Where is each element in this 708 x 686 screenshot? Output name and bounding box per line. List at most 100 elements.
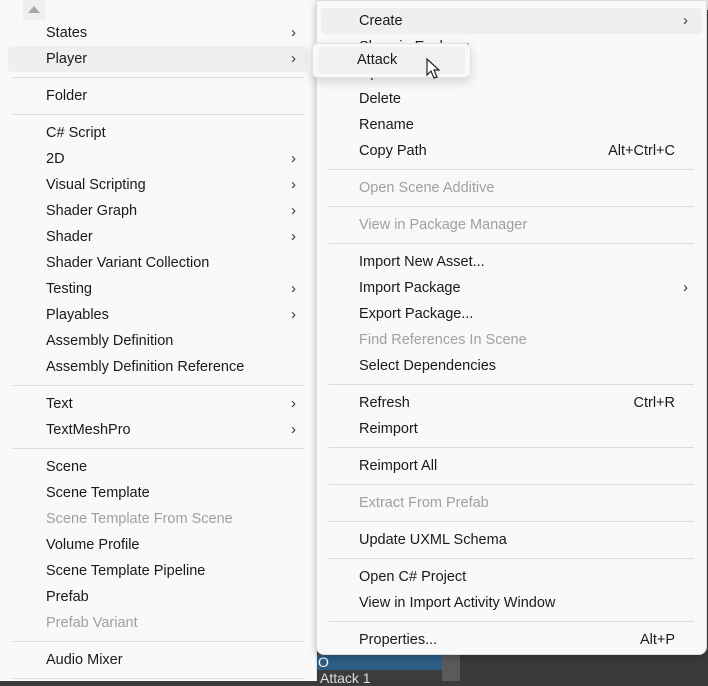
context-menu: Create›Show in ExplorerOpenDeleteRenameC… [316,0,707,655]
menu-item-scene-template[interactable]: Scene Template [8,480,308,506]
menu-item-label: Shader Variant Collection [46,255,210,271]
menu-separator [12,114,304,115]
menu-item-create[interactable]: Create › [321,8,702,34]
menu-item-label: Refresh [359,395,410,411]
menu-item-text[interactable]: Text › [8,391,308,417]
menu-item-label: Import New Asset... [359,254,485,270]
menu-item-update-uxml-schema[interactable]: Update UXML Schema [321,527,702,553]
shortcut-label: Ctrl+R [633,395,676,411]
menu-item-states[interactable]: States › [8,20,308,46]
menu-item-scene[interactable]: Scene [8,454,308,480]
menu-item-label: Find References In Scene [359,332,527,348]
menu-separator [329,521,694,522]
menu-item-label: Playables [46,307,109,323]
chevron-right-icon: › [291,421,296,438]
menu-item-copy-path[interactable]: Copy Path Alt+Ctrl+C [321,138,702,164]
menu-item-label: Player [46,51,88,67]
menu-item-testing[interactable]: Testing › [8,276,308,302]
menu-item-properties[interactable]: Properties... Alt+P [321,627,702,653]
menu-item-open-c-project[interactable]: Open C# Project [321,564,702,590]
menu-item-label: View in Import Activity Window [359,595,556,611]
menu-item-label: Create [359,13,403,29]
menu-separator [12,678,304,679]
menu-item-label: Properties... [359,632,438,648]
chevron-right-icon: › [291,176,296,193]
chevron-right-icon: › [683,279,688,296]
menu-item-import-package[interactable]: Import Package › [321,275,702,301]
menu-item-label: Volume Profile [46,537,140,553]
menu-item-label: Reimport All [359,458,438,474]
menu-item-extract-from-prefab: Extract From Prefab [321,490,702,516]
menu-item-shader-variant-collection[interactable]: Shader Variant Collection [8,250,308,276]
menu-item-visual-scripting[interactable]: Visual Scripting › [8,172,308,198]
menu-separator [12,641,304,642]
chevron-right-icon: › [291,228,296,245]
chevron-right-icon: › [683,12,688,29]
chevron-right-icon: › [291,50,296,67]
menu-item-refresh[interactable]: Refresh Ctrl+R [321,390,702,416]
menu-item-label: Update UXML Schema [359,532,507,548]
menu-separator [329,169,694,170]
menu-item-label: Export Package... [359,306,474,322]
menu-item-label: Open C# Project [359,569,467,585]
menu-item-volume-profile[interactable]: Volume Profile [8,532,308,558]
menu-item-find-references-in-scene: Find References In Scene [321,327,702,353]
menu-item-label: C# Script [46,125,106,141]
menu-item-c-script[interactable]: C# Script [8,120,308,146]
chevron-right-icon: › [291,395,296,412]
menu-item-audio-mixer[interactable]: Audio Mixer [8,647,308,673]
menu-item-import-new-asset[interactable]: Import New Asset... [321,249,702,275]
menu-item-rename[interactable]: Rename [321,112,702,138]
menu-item-label: Visual Scripting [46,177,146,193]
menu-item-select-dependencies[interactable]: Select Dependencies [321,353,702,379]
menu-item-playables[interactable]: Playables › [8,302,308,328]
menu-separator [12,448,304,449]
chevron-right-icon: › [291,306,296,323]
menu-item-label: TextMeshPro [46,422,131,438]
selected-asset-row[interactable]: O [316,655,444,670]
menu-item-label: Attack [357,52,398,68]
menu-item-folder[interactable]: Folder [8,83,308,109]
menu-item-label: Text [46,396,73,412]
mouse-cursor-icon [426,58,441,79]
menu-item-2d[interactable]: 2D › [8,146,308,172]
menu-item-shader-graph[interactable]: Shader Graph › [8,198,308,224]
menu-item-scene-template-pipeline[interactable]: Scene Template Pipeline [8,558,308,584]
menu-item-view-in-package-manager: View in Package Manager [321,212,702,238]
scroll-up-icon[interactable] [23,0,45,20]
menu-item-assembly-definition-reference[interactable]: Assembly Definition Reference [8,354,308,380]
menu-item-attack[interactable]: Attack [318,47,465,74]
menu-item-prefab[interactable]: Prefab [8,584,308,610]
menu-separator [12,77,304,78]
menu-item-label: States [46,25,88,41]
chevron-right-icon: › [291,150,296,167]
menu-separator [329,206,694,207]
menu-item-shader[interactable]: Shader › [8,224,308,250]
menu-item-label: Scene [46,459,88,475]
menu-item-view-in-import-activity-window[interactable]: View in Import Activity Window [321,590,702,616]
menu-item-reimport-all[interactable]: Reimport All [321,453,702,479]
menu-item-label: Import Package [359,280,461,296]
menu-item-label: Assembly Definition Reference [46,359,245,375]
menu-item-label: Delete [359,91,401,107]
menu-item-label: Copy Path [359,143,427,159]
chevron-right-icon: › [291,24,296,41]
menu-item-label: 2D [46,151,65,167]
menu-item-label: Prefab Variant [46,615,138,631]
menu-item-label: Extract From Prefab [359,495,489,511]
menu-item-textmeshpro[interactable]: TextMeshPro › [8,417,308,443]
menu-item-label: Scene Template [46,485,150,501]
menu-item-open-scene-additive: Open Scene Additive [321,175,702,201]
menu-item-player[interactable]: Player › [8,46,308,72]
menu-item-label: Open Scene Additive [359,180,495,196]
menu-item-label: Rename [359,117,414,133]
menu-item-label: View in Package Manager [359,217,528,233]
asset-row[interactable]: Attack 1 [316,671,371,685]
menu-separator [329,384,694,385]
menu-item-export-package[interactable]: Export Package... [321,301,702,327]
chevron-right-icon: › [291,202,296,219]
create-submenu: States › Player › Folder C# Script 2D › Visual S… [0,0,317,681]
menu-item-assembly-definition[interactable]: Assembly Definition [8,328,308,354]
menu-item-reimport[interactable]: Reimport [321,416,702,442]
menu-item-delete[interactable]: Delete [321,86,702,112]
